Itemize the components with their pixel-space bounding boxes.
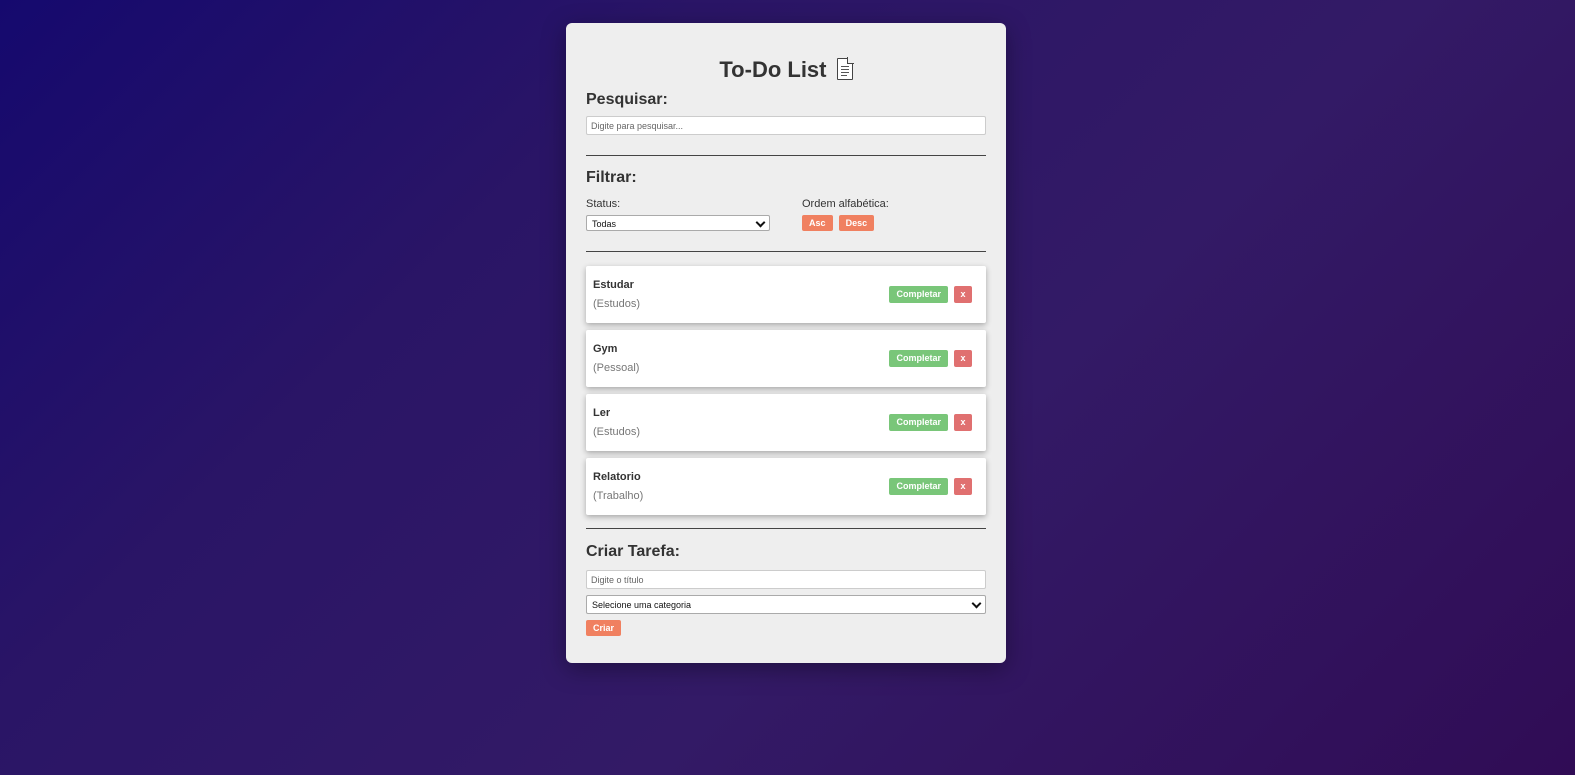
task-title: Ler [593,407,611,419]
filter-section: Filtrar: Status: Todas Ordem alfabética:… [586,169,986,231]
create-heading: Criar Tarefa: [586,543,680,560]
todo-app-panel: To-Do List Pesquisar: Filtrar: Status: T… [566,23,1006,663]
page-title-text: To-Do List [719,57,827,82]
complete-button[interactable]: Completar [889,350,948,367]
search-section: Pesquisar: [586,90,986,135]
divider [586,155,986,156]
category-select-value: Selecione uma categoria [592,600,692,610]
remove-button[interactable]: x [954,286,972,303]
task-item: Ler (Estudos) Completar x [586,394,986,451]
status-label: Status: [586,198,621,210]
task-category: (Estudos) [593,298,641,310]
status-select-value: Todas [592,219,617,229]
status-filter: Status: Todas [586,198,802,231]
complete-button[interactable]: Completar [889,414,948,431]
remove-button[interactable]: x [954,350,972,367]
task-item: Estudar (Estudos) Completar x [586,266,986,323]
complete-button[interactable]: Completar [889,478,948,495]
sort-asc-button[interactable]: Asc [802,215,833,231]
remove-button[interactable]: x [954,478,972,495]
category-select[interactable]: Selecione uma categoria [586,595,986,614]
document-icon [836,57,854,80]
status-select[interactable]: Todas [586,215,770,231]
task-title: Gym [593,343,618,355]
chevron-down-icon [971,598,982,609]
divider [586,251,986,252]
complete-button[interactable]: Completar [889,286,948,303]
task-category: (Estudos) [593,426,641,438]
page-title: To-Do List [586,54,986,86]
task-item: Relatorio (Trabalho) Completar x [586,458,986,515]
task-list: Estudar (Estudos) Completar x Gym (Pesso… [586,266,986,515]
search-heading: Pesquisar: [586,91,668,108]
filter-heading: Filtrar: [586,169,637,186]
task-item: Gym (Pessoal) Completar x [586,330,986,387]
chevron-down-icon [755,217,766,228]
task-category: (Trabalho) [593,490,644,502]
task-title: Relatorio [593,471,641,483]
search-input[interactable] [586,116,986,135]
order-label: Ordem alfabética: [802,198,889,210]
sort-desc-button[interactable]: Desc [838,215,875,231]
order-filter: Ordem alfabética: Asc Desc [802,198,889,231]
task-title-input[interactable] [586,570,986,589]
create-task-section: Criar Tarefa: Selecione uma categoria Cr… [586,528,986,636]
task-title: Estudar [593,279,634,291]
divider [586,528,986,529]
remove-button[interactable]: x [954,414,972,431]
create-button[interactable]: Criar [586,620,622,636]
task-category: (Pessoal) [593,362,640,374]
